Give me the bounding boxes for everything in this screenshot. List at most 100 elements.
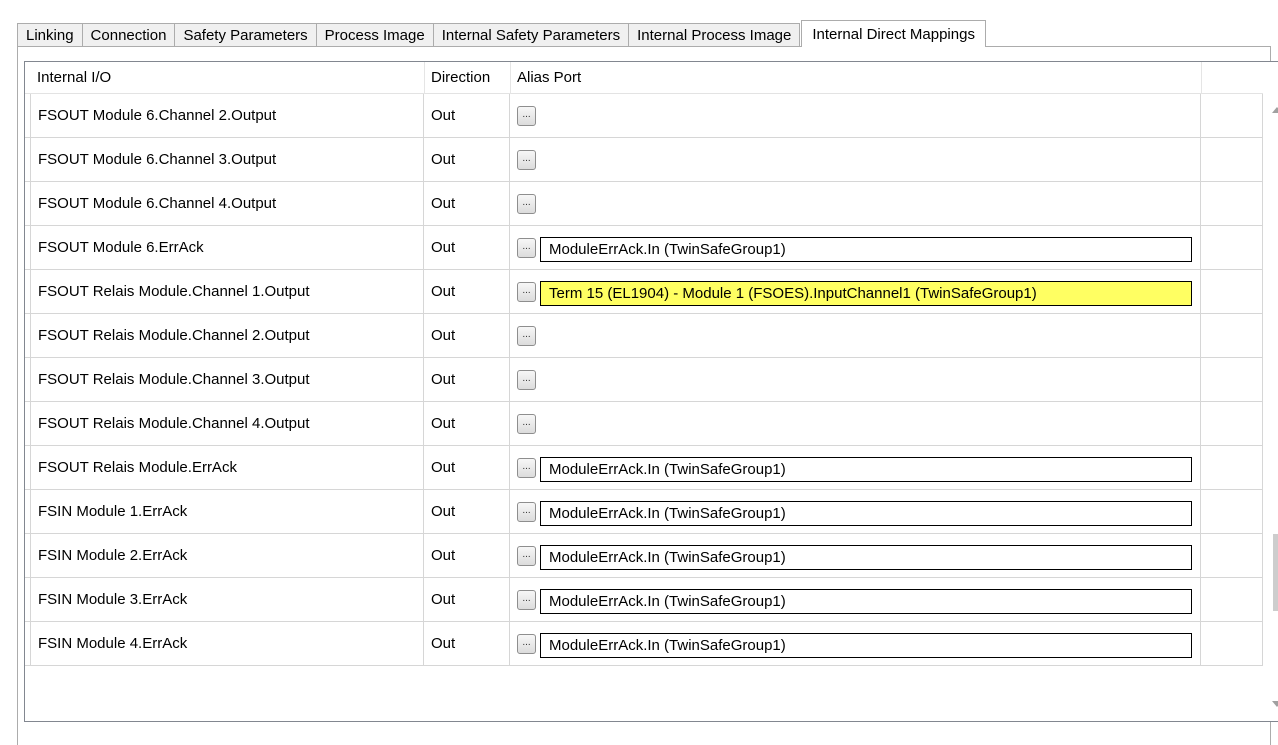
edit-alias-button[interactable]: ... xyxy=(517,282,536,302)
alias-port-cell: ... xyxy=(510,182,1201,225)
tab-panel: Internal I/O Direction Alias Port FSOUT … xyxy=(17,46,1278,745)
tab-safety-parameters[interactable]: Safety Parameters xyxy=(174,23,317,47)
table-row[interactable]: FSOUT Relais Module.Channel 3.Output Out.… xyxy=(25,358,1263,402)
table-row[interactable]: FSOUT Relais Module.Channel 2.Output Out.… xyxy=(25,314,1263,358)
empty-cell xyxy=(1201,138,1263,181)
direction-cell: Out xyxy=(424,182,510,225)
empty-cell xyxy=(1201,358,1263,401)
tab-strip: Linking Connection Safety Parameters Pro… xyxy=(17,20,986,47)
tab-process-image[interactable]: Process Image xyxy=(315,23,434,47)
edit-alias-button[interactable]: ... xyxy=(517,370,536,390)
internal-io-cell: FSOUT Module 6.Channel 4.Output xyxy=(30,182,424,225)
tab-internal-direct-mappings[interactable]: Internal Direct Mappings xyxy=(801,20,986,47)
table-row[interactable]: FSOUT Module 6.Channel 4.Output Out... xyxy=(25,182,1263,226)
alias-port-cell: ... xyxy=(510,94,1201,137)
direction-cell: Out xyxy=(424,622,510,665)
internal-io-cell: FSOUT Relais Module.Channel 4.Output xyxy=(30,402,424,445)
alias-port-field[interactable]: Term 15 (EL1904) - Module 1 (FSOES).Inpu… xyxy=(540,281,1192,306)
table-row[interactable]: FSOUT Module 6.Channel 3.Output Out... xyxy=(25,138,1263,182)
direction-cell: Out xyxy=(424,270,510,313)
empty-cell xyxy=(1201,578,1263,621)
alias-port-cell: ... xyxy=(510,314,1201,357)
grid-rows: FSOUT Module 6.Channel 2.Output Out... FSO… xyxy=(25,94,1263,666)
tab-internal-safety-parameters[interactable]: Internal Safety Parameters xyxy=(432,23,630,47)
edit-alias-button[interactable]: ... xyxy=(517,634,536,654)
alias-port-field[interactable]: ModuleErrAck.In (TwinSafeGroup1) xyxy=(540,589,1192,614)
alias-port-field[interactable]: ModuleErrAck.In (TwinSafeGroup1) xyxy=(540,633,1192,658)
direction-cell: Out xyxy=(424,446,510,489)
empty-cell xyxy=(1201,314,1263,357)
empty-cell xyxy=(1201,270,1263,313)
grid-header: Internal I/O Direction Alias Port xyxy=(25,62,1263,94)
mapping-grid: Internal I/O Direction Alias Port FSOUT … xyxy=(24,61,1278,722)
edit-alias-button[interactable]: ... xyxy=(517,194,536,214)
direction-cell: Out xyxy=(424,314,510,357)
vertical-scrollbar[interactable] xyxy=(1263,94,1278,721)
alias-port-field[interactable]: ModuleErrAck.In (TwinSafeGroup1) xyxy=(540,545,1192,570)
internal-io-cell: FSOUT Relais Module.ErrAck xyxy=(30,446,424,489)
internal-io-cell: FSIN Module 3.ErrAck xyxy=(30,578,424,621)
edit-alias-button[interactable]: ... xyxy=(517,106,536,126)
scroll-down-arrow-icon[interactable] xyxy=(1272,701,1278,707)
empty-cell xyxy=(1201,94,1263,137)
table-row[interactable]: FSOUT Relais Module.ErrAck Out... ModuleEr… xyxy=(25,446,1263,490)
internal-io-cell: FSIN Module 4.ErrAck xyxy=(30,622,424,665)
column-header-alias-port[interactable]: Alias Port xyxy=(510,62,581,94)
column-separator[interactable] xyxy=(1201,62,1202,94)
tab-linking[interactable]: Linking xyxy=(17,23,83,47)
empty-cell xyxy=(1201,182,1263,225)
internal-io-cell: FSOUT Relais Module.Channel 1.Output xyxy=(30,270,424,313)
alias-port-field[interactable]: ModuleErrAck.In (TwinSafeGroup1) xyxy=(540,457,1192,482)
table-row[interactable]: FSOUT Module 6.Channel 2.Output Out... xyxy=(25,94,1263,138)
direction-cell: Out xyxy=(424,94,510,137)
alias-port-cell: ... ModuleErrAck.In (TwinSafeGroup1) xyxy=(510,490,1201,533)
alias-port-cell: ... ModuleErrAck.In (TwinSafeGroup1) xyxy=(510,578,1201,621)
empty-cell xyxy=(1201,534,1263,577)
alias-port-field[interactable]: ModuleErrAck.In (TwinSafeGroup1) xyxy=(540,501,1192,526)
internal-io-cell: FSOUT Relais Module.Channel 3.Output xyxy=(30,358,424,401)
alias-port-cell: ... ModuleErrAck.In (TwinSafeGroup1) xyxy=(510,226,1201,269)
alias-port-cell: ... xyxy=(510,402,1201,445)
internal-io-cell: FSIN Module 1.ErrAck xyxy=(30,490,424,533)
table-row[interactable]: FSOUT Module 6.ErrAck Out... ModuleErrAck.… xyxy=(25,226,1263,270)
alias-port-cell: ... ModuleErrAck.In (TwinSafeGroup1) xyxy=(510,534,1201,577)
direction-cell: Out xyxy=(424,402,510,445)
edit-alias-button[interactable]: ... xyxy=(517,326,536,346)
edit-alias-button[interactable]: ... xyxy=(517,590,536,610)
alias-port-field[interactable]: ModuleErrAck.In (TwinSafeGroup1) xyxy=(540,237,1192,262)
direction-cell: Out xyxy=(424,534,510,577)
scrollbar-thumb[interactable] xyxy=(1273,534,1278,611)
alias-port-cell: ... ModuleErrAck.In (TwinSafeGroup1) xyxy=(510,622,1201,665)
table-row[interactable]: FSIN Module 4.ErrAck Out... ModuleErrAck.I… xyxy=(25,622,1263,666)
column-header-direction[interactable]: Direction xyxy=(424,62,490,94)
internal-io-cell: FSOUT Module 6.ErrAck xyxy=(30,226,424,269)
column-header-internal-io[interactable]: Internal I/O xyxy=(30,62,111,94)
alias-port-cell: ... Term 15 (EL1904) - Module 1 (FSOES).I… xyxy=(510,270,1201,313)
edit-alias-button[interactable]: ... xyxy=(517,238,536,258)
edit-alias-button[interactable]: ... xyxy=(517,546,536,566)
alias-port-cell: ... ModuleErrAck.In (TwinSafeGroup1) xyxy=(510,446,1201,489)
table-row[interactable]: FSOUT Relais Module.Channel 4.Output Out.… xyxy=(25,402,1263,446)
tab-internal-process-image[interactable]: Internal Process Image xyxy=(628,23,801,47)
edit-alias-button[interactable]: ... xyxy=(517,150,536,170)
empty-cell xyxy=(1201,490,1263,533)
tab-connection[interactable]: Connection xyxy=(81,23,176,47)
empty-cell xyxy=(1201,226,1263,269)
scroll-up-arrow-icon[interactable] xyxy=(1272,107,1278,113)
internal-io-cell: FSOUT Module 6.Channel 2.Output xyxy=(30,94,424,137)
direction-cell: Out xyxy=(424,578,510,621)
edit-alias-button[interactable]: ... xyxy=(517,414,536,434)
table-row[interactable]: FSIN Module 3.ErrAck Out... ModuleErrAck.I… xyxy=(25,578,1263,622)
direction-cell: Out xyxy=(424,358,510,401)
direction-cell: Out xyxy=(424,226,510,269)
empty-cell xyxy=(1201,446,1263,489)
edit-alias-button[interactable]: ... xyxy=(517,458,536,478)
table-row[interactable]: FSOUT Relais Module.Channel 1.Output Out.… xyxy=(25,270,1263,314)
edit-alias-button[interactable]: ... xyxy=(517,502,536,522)
internal-io-cell: FSOUT Module 6.Channel 3.Output xyxy=(30,138,424,181)
empty-cell xyxy=(1201,622,1263,665)
table-row[interactable]: FSIN Module 1.ErrAck Out... ModuleErrAck.I… xyxy=(25,490,1263,534)
empty-cell xyxy=(1201,402,1263,445)
table-row[interactable]: FSIN Module 2.ErrAck Out... ModuleErrAck.I… xyxy=(25,534,1263,578)
direction-cell: Out xyxy=(424,138,510,181)
